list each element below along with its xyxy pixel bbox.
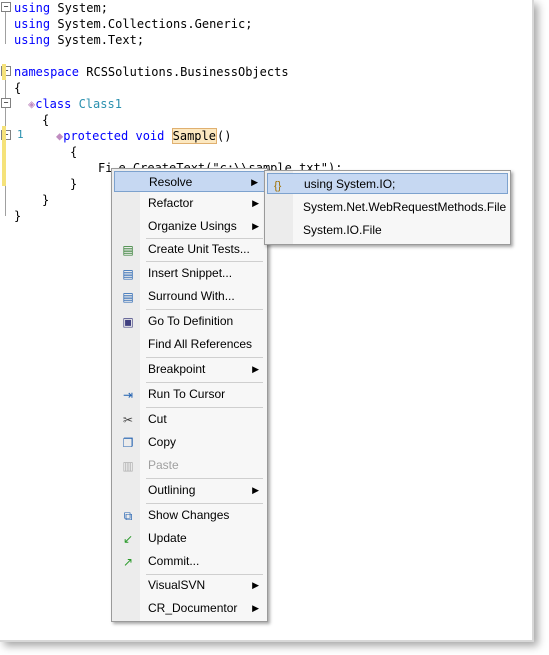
run-to-cursor-icon: ⇥ [122, 388, 134, 402]
code-line[interactable]: using System.Text; [14, 32, 144, 48]
outline-line [5, 12, 6, 44]
change-marker [2, 64, 6, 80]
menu-item-cr-documentor[interactable]: CR_Documentor ▶ [114, 598, 265, 619]
menu-separator [146, 357, 263, 358]
context-menu: Resolve ▶ Refactor ▶ Organize Usings ▶ ▤ Cre… [111, 168, 268, 622]
menu-item-surround-with[interactable]: ▤ Surround With... [114, 286, 265, 307]
code-line[interactable]: { [42, 112, 49, 128]
menu-item-visualsvn[interactable]: VisualSVN ▶ [114, 575, 265, 596]
menu-separator [146, 309, 263, 310]
unit-test-icon: ▤ [122, 243, 134, 257]
menu-item-cut[interactable]: ✂ Cut [114, 409, 265, 430]
commit-icon: ↗ [122, 555, 134, 569]
copy-icon: ❐ [122, 436, 134, 450]
menu-item-organize-usings[interactable]: Organize Usings ▶ [114, 216, 265, 237]
menu-item-resolve[interactable]: Resolve ▶ [114, 171, 265, 192]
submenu-arrow-icon: ▶ [251, 177, 258, 187]
submenu-arrow-icon: ▶ [252, 364, 259, 374]
menu-item-create-unit-tests[interactable]: ▤ Create Unit Tests... [114, 239, 265, 260]
menu-item-breakpoint[interactable]: Breakpoint ▶ [114, 359, 265, 380]
menu-item-find-all-references[interactable]: Find All References [114, 334, 265, 355]
submenu-arrow-icon: ▶ [252, 198, 259, 208]
menu-separator [146, 503, 263, 504]
submenu-item-webrequestmethods-file[interactable]: System.Net.WebRequestMethods.File [267, 197, 508, 218]
code-line[interactable]: } [42, 192, 49, 208]
code-line[interactable]: { [70, 144, 77, 160]
collapse-toggle[interactable]: − [1, 98, 11, 108]
insert-snippet-icon: ▤ [122, 267, 134, 281]
code-line[interactable]: using System.Collections.Generic; [14, 16, 252, 32]
code-line[interactable]: } [14, 208, 21, 224]
go-to-definition-icon: ▣ [122, 315, 134, 329]
resolve-submenu: {} using System.IO; System.Net.WebRequest… [264, 170, 511, 245]
code-line[interactable]: } [70, 176, 77, 192]
collapse-toggle[interactable]: − [1, 2, 11, 12]
menu-item-run-to-cursor[interactable]: ⇥ Run To Cursor [114, 384, 265, 405]
submenu-arrow-icon: ▶ [252, 580, 259, 590]
surround-with-icon: ▤ [122, 290, 134, 304]
submenu-arrow-icon: ▶ [252, 485, 259, 495]
submenu-arrow-icon: ▶ [252, 221, 259, 231]
submenu-item-using-system-io[interactable]: {} using System.IO; [267, 173, 508, 194]
code-line[interactable]: ◆protected void Sample() [56, 128, 231, 144]
cut-icon: ✂ [122, 413, 134, 427]
paste-icon: ▥ [122, 459, 134, 473]
code-line[interactable]: ◈class Class1 [28, 96, 122, 112]
menu-item-show-changes[interactable]: ⧉ Show Changes [114, 505, 265, 526]
code-line[interactable]: { [14, 80, 21, 96]
menu-item-copy[interactable]: ❐ Copy [114, 432, 265, 453]
menu-separator [146, 407, 263, 408]
change-marker [2, 126, 6, 186]
add-using-icon: {} [274, 180, 282, 192]
menu-item-refactor[interactable]: Refactor ▶ [114, 193, 265, 214]
menu-separator [146, 261, 263, 262]
menu-item-update[interactable]: ↙ Update [114, 528, 265, 549]
menu-separator [146, 382, 263, 383]
menu-separator [146, 478, 263, 479]
menu-item-commit[interactable]: ↗ Commit... [114, 551, 265, 572]
menu-item-outlining[interactable]: Outlining ▶ [114, 480, 265, 501]
menu-item-go-to-definition[interactable]: ▣ Go To Definition [114, 311, 265, 332]
update-icon: ↙ [122, 532, 134, 546]
code-line[interactable]: namespace RCSSolutions.BusinessObjects [14, 64, 289, 80]
show-changes-icon: ⧉ [123, 509, 133, 523]
submenu-item-system-io-file[interactable]: System.IO.File [267, 220, 508, 241]
submenu-arrow-icon: ▶ [252, 603, 259, 613]
menu-item-paste: ▥ Paste [114, 455, 265, 476]
menu-item-insert-snippet[interactable]: ▤ Insert Snippet... [114, 263, 265, 284]
code-line[interactable]: using System; [14, 0, 108, 16]
line-number: 1 [17, 128, 24, 141]
